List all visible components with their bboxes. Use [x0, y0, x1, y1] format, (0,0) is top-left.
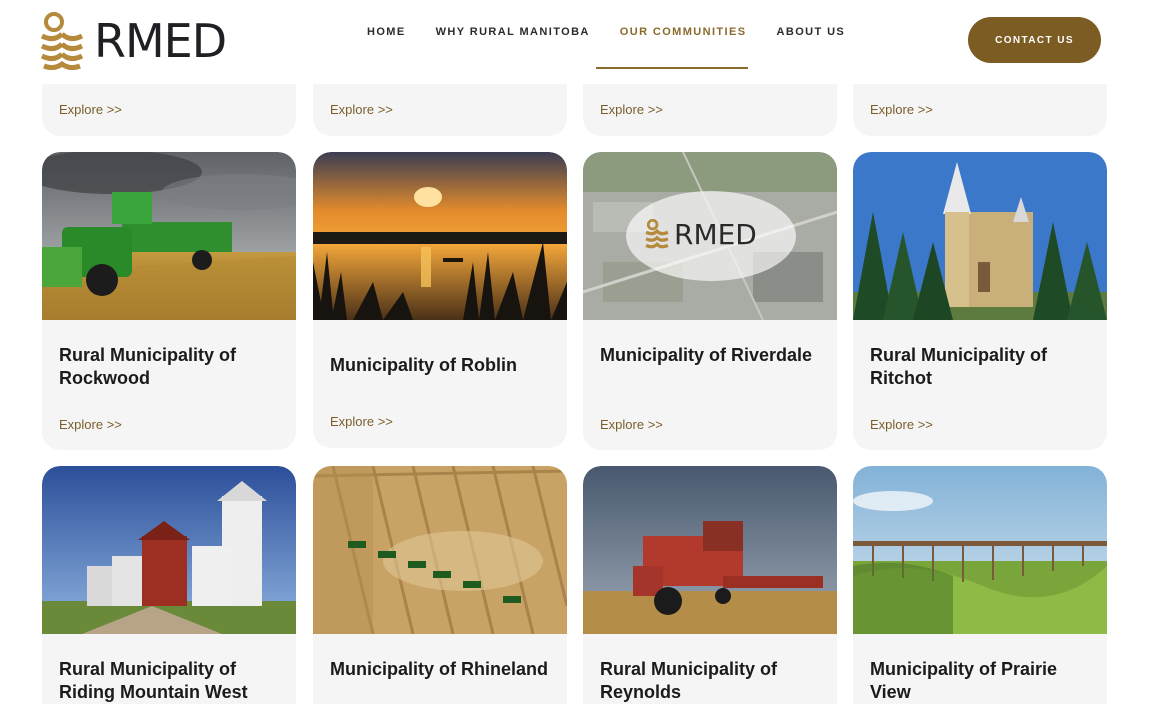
card-title: Municipality of Rhineland	[330, 659, 549, 679]
community-card-roblin[interactable]: Municipality of Roblin Explore >>	[313, 152, 567, 448]
brand-logo[interactable]: RMED	[40, 12, 227, 70]
red-combine-image	[583, 466, 837, 634]
card-title: Rural Municipality of Riding Mountain We…	[59, 659, 248, 702]
lake-sunset-image	[313, 152, 567, 320]
community-card-riding-mountain-west[interactable]: Rural Municipality of Riding Mountain We…	[42, 466, 296, 704]
card-title: Municipality of Prairie View	[870, 659, 1058, 702]
wheat-logo-icon	[645, 218, 669, 248]
nav-about-us[interactable]: ABOUT US	[777, 26, 846, 38]
community-card-rockwood[interactable]: Rural Municipality of Rockwood Explore >…	[42, 152, 296, 450]
card-title: Rural Municipality of Rockwood	[59, 345, 237, 388]
card-title: Municipality of Riverdale	[600, 345, 813, 365]
community-card-ritchot[interactable]: Rural Municipality of Ritchot Explore >>	[853, 152, 1107, 450]
nav-why-rural-manitoba[interactable]: WHY RURAL MANITOBA	[436, 26, 590, 38]
card-title: Municipality of Roblin	[330, 355, 517, 375]
explore-link[interactable]: Explore >>	[330, 102, 393, 117]
nav-our-communities[interactable]: OUR COMMUNITIES	[620, 26, 747, 38]
explore-link[interactable]: Explore >>	[330, 414, 393, 429]
explore-link[interactable]: Explore >>	[600, 102, 663, 117]
aerial-harvest-image	[313, 466, 567, 634]
explore-link[interactable]: Explore >>	[59, 102, 122, 117]
explore-link[interactable]: Explore >>	[59, 417, 122, 432]
wheat-logo-icon	[40, 12, 84, 70]
community-card-riverdale[interactable]: RMED Municipality of Riverdale Explore >…	[583, 152, 837, 450]
nav-home[interactable]: HOME	[367, 26, 406, 38]
community-card-rhineland[interactable]: Municipality of Rhineland	[313, 466, 567, 704]
active-nav-indicator	[596, 67, 748, 69]
contact-us-button[interactable]: CONTACT US	[968, 17, 1101, 63]
brand-name: RMED	[94, 14, 227, 68]
card-title: Rural Municipality of Ritchot	[870, 345, 1048, 388]
church-image	[853, 152, 1107, 320]
community-card-prairie-view[interactable]: Municipality of Prairie View	[853, 466, 1107, 704]
explore-link[interactable]: Explore >>	[600, 417, 663, 432]
riverdale-logo-overlay: RMED	[645, 218, 757, 251]
card-title: Rural Municipality of Reynolds	[600, 659, 778, 702]
grain-elevators-image	[42, 466, 296, 634]
main-nav: HOME WHY RURAL MANITOBA OUR COMMUNITIES …	[367, 26, 875, 38]
overlay-brand-text: RMED	[674, 218, 757, 251]
explore-link[interactable]: Explore >>	[870, 102, 933, 117]
explore-link[interactable]: Explore >>	[870, 417, 933, 432]
community-card-reynolds[interactable]: Rural Municipality of Reynolds	[583, 466, 837, 704]
trestle-bridge-image	[853, 466, 1107, 634]
combine-harvester-image	[42, 152, 296, 320]
site-header: RMED HOME WHY RURAL MANITOBA OUR COMMUNI…	[0, 0, 1153, 84]
